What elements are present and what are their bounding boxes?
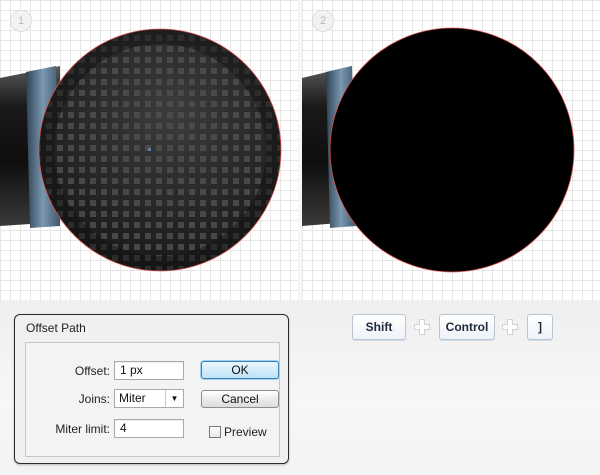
plus-icon — [502, 319, 518, 335]
miter-limit-label: Miter limit: — [55, 422, 110, 436]
instruction-area: Offset Path Offset: 1 px Joins: Miter ▼ … — [0, 300, 600, 475]
offset-label: Offset: — [74, 364, 110, 378]
keyboard-shortcut: Shift Control ] — [352, 314, 562, 340]
ok-button[interactable]: OK — [201, 361, 279, 379]
preview-checkbox[interactable] — [209, 426, 221, 438]
key-control: Control — [439, 314, 495, 340]
cancel-button[interactable]: Cancel — [201, 390, 279, 408]
joins-value: Miter — [119, 391, 146, 405]
step-badge-1: 1 — [10, 10, 32, 32]
canvas-panel-1: 1 — [0, 0, 298, 300]
offset-field[interactable]: 1 px — [114, 361, 184, 380]
offset-path-dialog: Offset Path Offset: 1 px Joins: Miter ▼ … — [14, 314, 289, 464]
artboard-area: 1 2 — [0, 0, 600, 300]
joins-select[interactable]: Miter ▼ — [114, 389, 184, 408]
plus-icon — [414, 319, 430, 335]
dialog-body: Offset: 1 px Joins: Miter ▼ Miter limit:… — [25, 342, 280, 457]
key-shift: Shift — [352, 314, 406, 340]
joins-label: Joins: — [78, 392, 110, 406]
offset-circle — [329, 27, 575, 273]
black-circle-illustration — [302, 27, 575, 273]
key-right-bracket: ] — [527, 314, 553, 340]
dialog-title: Offset Path — [26, 321, 86, 335]
step-badge-2: 2 — [312, 10, 334, 32]
preview-option[interactable]: Preview — [209, 425, 267, 439]
microphone-sphere-illustration — [0, 28, 282, 272]
chevron-down-icon[interactable]: ▼ — [165, 390, 183, 407]
canvas-panel-2: 2 — [302, 0, 600, 300]
preview-label: Preview — [224, 425, 267, 439]
miter-limit-field[interactable]: 4 — [114, 419, 184, 438]
